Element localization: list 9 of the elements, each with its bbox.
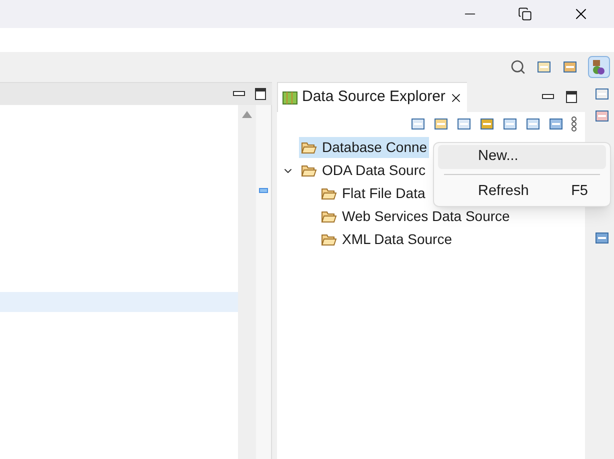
menu-item[interactable]: New... — [438, 145, 606, 169]
tree-item[interactable]: XML Data Source — [319, 229, 454, 250]
tree-item[interactable]: Database Conne — [299, 137, 430, 158]
view-title: Data Source Explorer — [302, 87, 446, 108]
view-tab[interactable]: Data Source Explorer — [277, 82, 468, 112]
menu-item[interactable]: Refresh F5 — [438, 180, 606, 204]
tree-item[interactable]: ODA Data Sourc — [299, 160, 428, 181]
tree-item[interactable]: Flat File Data — [319, 183, 428, 204]
tree-item[interactable]: Web Services Data Source — [319, 206, 512, 227]
